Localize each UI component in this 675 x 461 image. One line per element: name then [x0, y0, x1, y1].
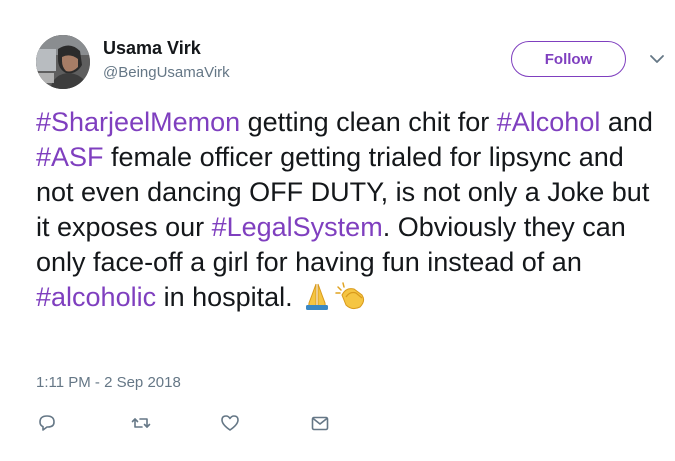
avatar[interactable]: [36, 35, 90, 89]
display-name[interactable]: Usama Virk: [103, 38, 201, 59]
hashtag-link[interactable]: #alcoholic: [36, 282, 156, 312]
hashtag-link[interactable]: #Alcohol: [497, 107, 601, 137]
tweet-text-segment: getting clean chit for: [240, 107, 497, 137]
reply-icon[interactable]: [36, 412, 58, 434]
follow-button[interactable]: Follow: [511, 41, 626, 77]
tweet-text-segment: and: [600, 107, 653, 137]
tweet-text-segment: in hospital.: [156, 282, 301, 312]
chevron-down-icon[interactable]: [648, 50, 666, 68]
like-icon[interactable]: [219, 412, 241, 434]
folded-hands-emoji-icon: [300, 281, 334, 311]
hashtag-link[interactable]: #ASF: [36, 142, 104, 172]
user-handle[interactable]: @BeingUsamaVirk: [103, 64, 230, 81]
profile-photo-icon: [36, 35, 90, 89]
clapping-hands-emoji-icon: [334, 281, 368, 311]
hashtag-link[interactable]: #LegalSystem: [212, 212, 383, 242]
tweet-timestamp[interactable]: 1:11 PM - 2 Sep 2018: [36, 374, 181, 391]
direct-message-icon[interactable]: [309, 412, 331, 434]
retweet-icon[interactable]: [130, 412, 152, 434]
tweet-card: Usama Virk @BeingUsamaVirk Follow #Sharj…: [0, 0, 675, 461]
hashtag-link[interactable]: #SharjeelMemon: [36, 107, 240, 137]
tweet-text: #SharjeelMemon getting clean chit for #A…: [36, 105, 656, 315]
